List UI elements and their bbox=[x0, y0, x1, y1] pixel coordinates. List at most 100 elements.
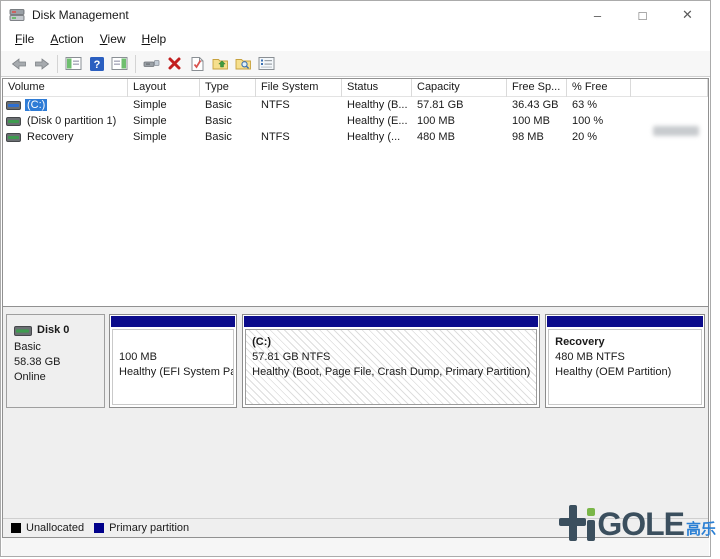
cell-capacity: 100 MB bbox=[412, 115, 507, 127]
minimize-button[interactable]: – bbox=[575, 1, 620, 29]
close-button[interactable]: ✕ bbox=[665, 1, 710, 29]
cell-free-space: 98 MB bbox=[507, 131, 567, 143]
explore-folder-icon[interactable] bbox=[232, 53, 255, 75]
partition-block-c[interactable]: (C:) 57.81 GB NTFS Healthy (Boot, Page F… bbox=[242, 314, 540, 408]
column-header-empty[interactable] bbox=[631, 79, 708, 97]
disk-management-window: Disk Management – □ ✕ File Action View H… bbox=[0, 0, 711, 557]
delete-volume-icon[interactable] bbox=[163, 53, 186, 75]
toolbar: ? bbox=[1, 51, 710, 77]
cell-status: Healthy (B... bbox=[342, 99, 412, 111]
disk-icon bbox=[14, 326, 32, 336]
help-icon[interactable]: ? bbox=[85, 53, 108, 75]
cell-free-space: 36.43 GB bbox=[507, 99, 567, 111]
volume-list-header: Volume Layout Type File System Status Ca… bbox=[3, 79, 708, 97]
disk-management-app-icon bbox=[9, 8, 25, 22]
maximize-button[interactable]: □ bbox=[620, 1, 665, 29]
open-folder-icon[interactable] bbox=[209, 53, 232, 75]
svg-text:?: ? bbox=[93, 59, 100, 71]
higole-logo-text: GOLE bbox=[597, 507, 684, 541]
disk-type: Basic bbox=[14, 340, 104, 355]
column-header-status[interactable]: Status bbox=[342, 79, 412, 97]
properties-icon[interactable] bbox=[255, 53, 278, 75]
cell-layout: Simple bbox=[128, 99, 200, 111]
partition-color-bar bbox=[111, 316, 235, 327]
console-content: Volume Layout Type File System Status Ca… bbox=[2, 78, 709, 538]
legend-item-unallocated: Unallocated bbox=[11, 522, 84, 534]
partition-name: Recovery bbox=[555, 335, 695, 350]
forward-icon[interactable] bbox=[30, 53, 53, 75]
partition-color-bar bbox=[244, 316, 538, 327]
volume-name: (Disk 0 partition 1) bbox=[25, 115, 118, 127]
column-header-volume[interactable]: Volume bbox=[3, 79, 128, 97]
table-row[interactable]: (Disk 0 partition 1) Simple Basic Health… bbox=[3, 113, 708, 129]
cell-percent-free: 63 % bbox=[567, 99, 631, 111]
volume-icon bbox=[6, 117, 21, 126]
partition-name bbox=[119, 335, 227, 350]
partition-block-recovery[interactable]: Recovery 480 MB NTFS Healthy (OEM Partit… bbox=[545, 314, 705, 408]
menu-file[interactable]: File bbox=[7, 30, 42, 48]
mark-partition-icon[interactable] bbox=[186, 53, 209, 75]
cell-type: Basic bbox=[200, 131, 256, 143]
toolbar-separator bbox=[57, 55, 58, 73]
disk-name: Disk 0 bbox=[37, 323, 69, 338]
higole-watermark: GOLE 高乐 bbox=[559, 505, 716, 541]
volume-list-pane: Volume Layout Type File System Status Ca… bbox=[3, 79, 708, 307]
cell-capacity: 57.81 GB bbox=[412, 99, 507, 111]
cell-layout: Simple bbox=[128, 131, 200, 143]
console-tree-icon[interactable] bbox=[62, 53, 85, 75]
partition-status: Healthy (Boot, Page File, Crash Dump, Pr… bbox=[252, 365, 530, 380]
table-row[interactable]: (C:) Simple Basic NTFS Healthy (B... 57.… bbox=[3, 97, 708, 113]
legend-label: Unallocated bbox=[26, 522, 84, 534]
toolbar-separator bbox=[135, 55, 136, 73]
partition-name: (C:) bbox=[252, 335, 530, 350]
higole-logo-chinese: 高乐 bbox=[686, 518, 716, 539]
partition-size: 480 MB NTFS bbox=[555, 350, 695, 365]
cell-capacity: 480 MB bbox=[412, 131, 507, 143]
column-header-type[interactable]: Type bbox=[200, 79, 256, 97]
column-header-percent-free[interactable]: % Free bbox=[567, 79, 631, 97]
cell-file-system: NTFS bbox=[256, 131, 342, 143]
menu-bar: File Action View Help bbox=[1, 29, 710, 51]
column-header-file-system[interactable]: File System bbox=[256, 79, 342, 97]
cell-file-system: NTFS bbox=[256, 99, 342, 111]
partition-status: Healthy (OEM Partition) bbox=[555, 365, 695, 380]
cell-status: Healthy (... bbox=[342, 131, 412, 143]
cell-layout: Simple bbox=[128, 115, 200, 127]
redacted-text bbox=[653, 126, 699, 136]
cell-percent-free: 100 % bbox=[567, 115, 631, 127]
cell-free-space: 100 MB bbox=[507, 115, 567, 127]
menu-view[interactable]: View bbox=[92, 30, 134, 48]
graphical-view-pane: Disk 0 Basic 58.38 GB Online 100 MB Heal… bbox=[3, 307, 708, 537]
column-header-free-space[interactable]: Free Sp... bbox=[507, 79, 567, 97]
table-row[interactable]: Recovery Simple Basic NTFS Healthy (... … bbox=[3, 129, 708, 145]
primary-partition-swatch bbox=[94, 523, 104, 533]
menu-action[interactable]: Action bbox=[42, 30, 91, 48]
rescan-disks-icon[interactable] bbox=[140, 53, 163, 75]
window-title: Disk Management bbox=[32, 8, 129, 22]
partition-block-efi[interactable]: 100 MB Healthy (EFI System Pa bbox=[109, 314, 237, 408]
unallocated-swatch bbox=[11, 523, 21, 533]
volume-icon bbox=[6, 133, 21, 142]
disk-size: 58.38 GB bbox=[14, 355, 104, 370]
disk-status: Online bbox=[14, 370, 104, 385]
cell-status: Healthy (E... bbox=[342, 115, 412, 127]
partition-color-bar bbox=[547, 316, 703, 327]
higole-logo-i-mark bbox=[587, 505, 595, 541]
back-icon[interactable] bbox=[7, 53, 30, 75]
cell-type: Basic bbox=[200, 115, 256, 127]
column-header-capacity[interactable]: Capacity bbox=[412, 79, 507, 97]
menu-help[interactable]: Help bbox=[134, 30, 175, 48]
cell-percent-free: 20 % bbox=[567, 131, 631, 143]
disk-label-panel[interactable]: Disk 0 Basic 58.38 GB Online bbox=[6, 314, 105, 408]
partition-size: 100 MB bbox=[119, 350, 227, 365]
partition-size: 57.81 GB NTFS bbox=[252, 350, 530, 365]
column-header-layout[interactable]: Layout bbox=[128, 79, 200, 97]
disk-row: Disk 0 Basic 58.38 GB Online 100 MB Heal… bbox=[6, 314, 705, 408]
action-pane-icon[interactable] bbox=[108, 53, 131, 75]
legend-label: Primary partition bbox=[109, 522, 189, 534]
volume-name: Recovery bbox=[25, 131, 75, 143]
title-bar[interactable]: Disk Management – □ ✕ bbox=[1, 1, 710, 29]
cell-type: Basic bbox=[200, 99, 256, 111]
higole-logo-h-mark bbox=[559, 505, 586, 541]
volume-name: (C:) bbox=[25, 99, 47, 111]
